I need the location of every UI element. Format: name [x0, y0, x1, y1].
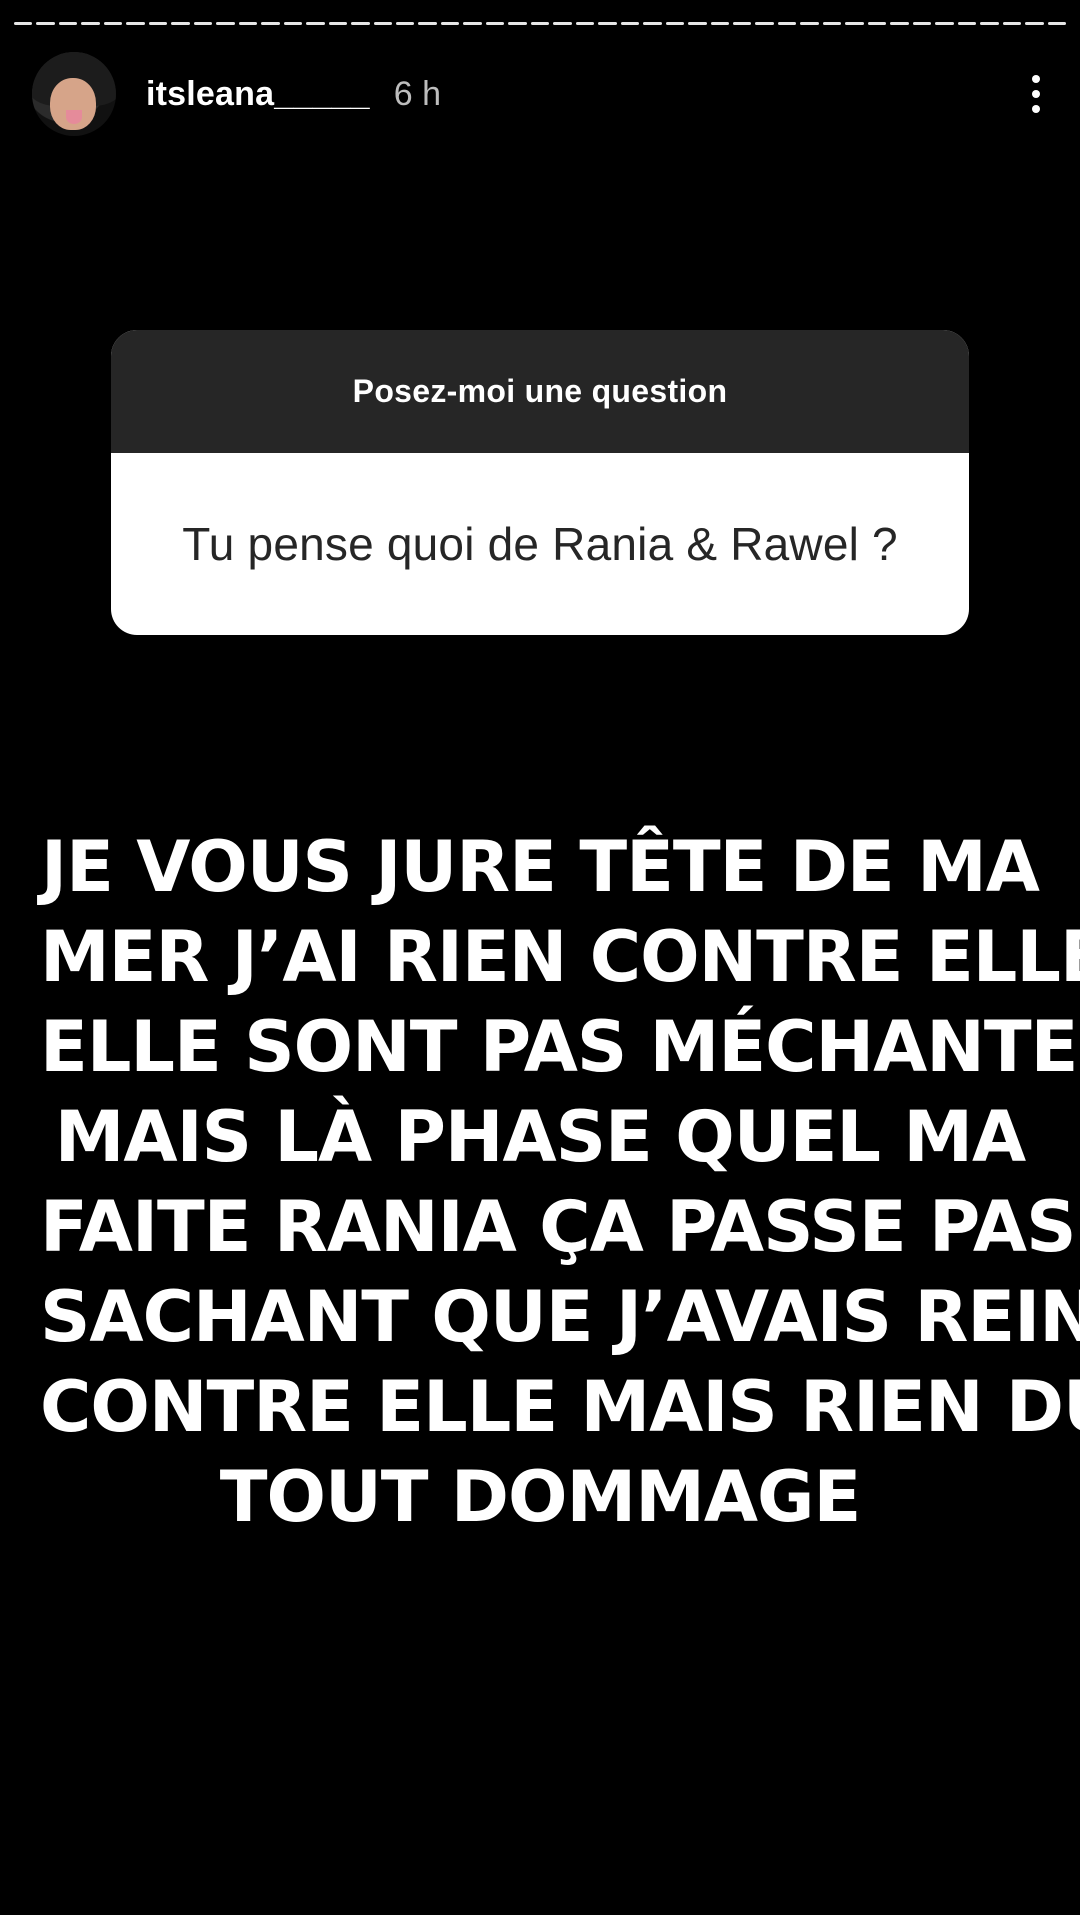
progress-segment: [373, 22, 392, 25]
progress-segment: [733, 22, 752, 25]
more-options-button[interactable]: [1016, 64, 1056, 124]
question-sticker-body: Tu pense quoi de Rania & Rawel ?: [111, 453, 969, 635]
progress-segment: [777, 22, 797, 25]
progress-segment: [81, 22, 100, 25]
caption-line: FAITE RANIA ÇA PASSE PAS: [40, 1186, 1077, 1268]
caption-line: CONTRE ELLE MAIS RIEN DU: [40, 1366, 1080, 1448]
more-vertical-icon-dot: [1032, 90, 1040, 98]
progress-segment: [238, 22, 258, 25]
progress-segment: [395, 22, 415, 25]
progress-segment: [283, 22, 303, 25]
progress-segment: [553, 22, 572, 25]
progress-segment: [530, 22, 550, 25]
progress-segment: [216, 22, 235, 25]
progress-segment: [58, 22, 78, 25]
progress-segment: [822, 22, 842, 25]
progress-segment: [1025, 22, 1044, 25]
post-time: 6 h: [393, 74, 442, 113]
question-sticker-title: Posez-moi une question: [352, 373, 728, 409]
progress-segment: [126, 22, 145, 25]
caption-line: TOUT DOMMAGE: [219, 1456, 862, 1538]
caption-line: MER J’AI RIEN CONTRE ELLE: [40, 916, 1080, 998]
progress-segment: [575, 22, 595, 25]
progress-segment: [800, 22, 819, 25]
story-progress-bar: [14, 22, 1067, 26]
question-sticker-header: Posez-moi une question: [111, 330, 969, 453]
username[interactable]: itsleana_____: [146, 75, 370, 114]
progress-segment: [867, 22, 887, 25]
progress-segment: [440, 22, 460, 25]
avatar-detail: [66, 110, 82, 124]
progress-segment: [957, 22, 977, 25]
question-text: Tu pense quoi de Rania & Rawel ?: [182, 518, 898, 570]
caption-line: SACHANT QUE J’AVAIS REIN: [40, 1276, 1080, 1358]
progress-segment: [508, 22, 527, 25]
progress-segment: [935, 22, 954, 25]
progress-segment: [620, 22, 640, 25]
progress-segment: [14, 22, 33, 25]
more-vertical-icon: [1032, 75, 1040, 83]
progress-segment: [193, 22, 213, 25]
caption-line: JE VOUS JURE TÊTE DE MA: [41, 826, 1040, 908]
progress-segment: [710, 22, 729, 25]
more-vertical-icon-dot: [1032, 105, 1040, 113]
progress-segment: [306, 22, 325, 25]
progress-segment: [845, 22, 864, 25]
progress-segment: [643, 22, 662, 25]
progress-segment: [261, 22, 280, 25]
avatar[interactable]: [32, 52, 116, 136]
progress-segment: [598, 22, 617, 25]
progress-segment: [351, 22, 370, 25]
progress-segment: [980, 22, 999, 25]
progress-segment: [463, 22, 482, 25]
progress-segment: [148, 22, 168, 25]
progress-segment: [755, 22, 774, 25]
progress-segment: [36, 22, 55, 25]
story-caption: JE VOUS JURE TÊTE DE MA MER J’AI RIEN CO…: [40, 822, 1080, 1542]
caption-line: MAIS LÀ PHASE QUEL MA: [54, 1096, 1026, 1178]
progress-segment: [665, 22, 685, 25]
progress-segment: [890, 22, 909, 25]
progress-segment: [328, 22, 348, 25]
progress-segment: [418, 22, 437, 25]
progress-segment: [485, 22, 505, 25]
caption-line: ELLE SONT PAS MÉCHANTE: [40, 1006, 1078, 1088]
progress-segment: [1047, 22, 1067, 25]
question-sticker[interactable]: Posez-moi une question Tu pense quoi de …: [111, 330, 969, 635]
progress-segment: [688, 22, 707, 25]
story-header: itsleana_____ 6 h: [32, 50, 1056, 138]
progress-segment: [1002, 22, 1022, 25]
progress-segment: [912, 22, 932, 25]
progress-segment: [103, 22, 123, 25]
progress-segment: [171, 22, 190, 25]
